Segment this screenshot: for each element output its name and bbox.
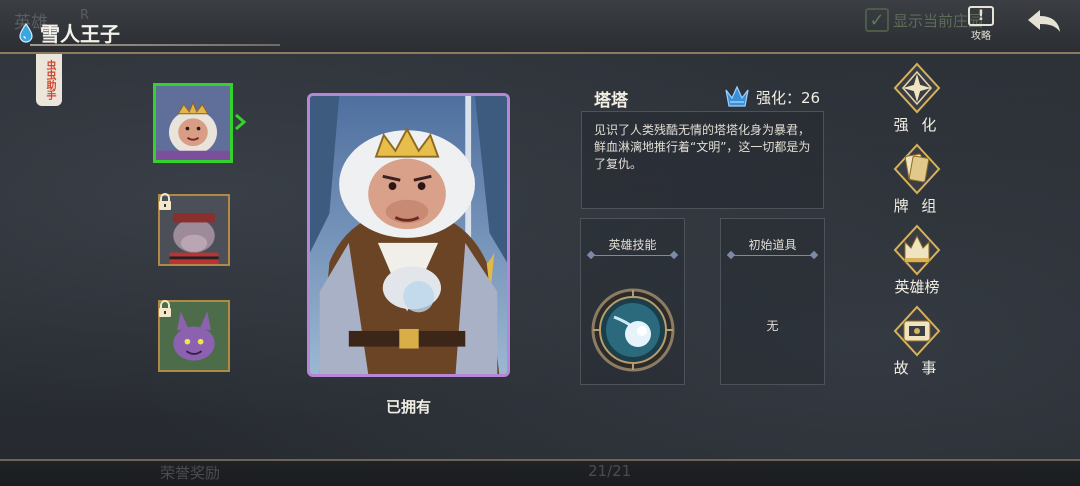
owned-status-label: 已拥有 — [385, 398, 431, 416]
deck-cards-icon — [893, 143, 941, 195]
faded-reward-label: 荣誉奖励 — [160, 464, 221, 482]
side-menu-story[interactable]: 故 事 — [887, 305, 947, 378]
faded-page-count: 21/21 — [588, 462, 632, 480]
hero-lore-box: 见识了人类残酷无情的塔塔化身为暴君，鲜血淋漓地推行着“文明”，这一切都是为了复仇… — [581, 111, 824, 209]
story-scroll-icon — [893, 305, 941, 357]
deck-label: 牌 组 — [893, 197, 941, 215]
lock-icon — [159, 193, 171, 210]
starting-item-panel: 初始道具 无 — [720, 218, 825, 385]
side-menu-deck[interactable]: 牌 组 — [887, 143, 947, 216]
selected-arrow-icon — [235, 113, 246, 131]
side-menu-enhance[interactable]: 强 化 — [887, 62, 947, 135]
ice-comet-skill-icon[interactable] — [590, 287, 676, 373]
back-arrow-icon[interactable] — [1024, 6, 1064, 36]
hero-portrait-card — [307, 93, 510, 377]
hero-rank-icon — [893, 224, 941, 276]
title-row: 雪人王子 — [18, 18, 120, 47]
guide-book-icon: ! — [968, 6, 994, 26]
story-label: 故 事 — [893, 359, 941, 377]
enhance-level: 强化：26 — [724, 84, 820, 110]
check-icon: ✓ — [865, 8, 889, 32]
panel-divider — [731, 255, 814, 256]
page-title: 雪人王子 — [40, 22, 120, 46]
snowman-prince-portrait — [310, 96, 507, 374]
starting-item-value: 无 — [766, 319, 779, 333]
hero-rank-label: 英雄榜 — [894, 278, 940, 296]
hero-lore-text: 见识了人类残酷无情的塔塔化身为暴君，鲜血淋漓地推行着“文明”，这一切都是为了复仇… — [594, 123, 811, 171]
side-menu-hero-rank[interactable]: 英雄榜 — [887, 224, 947, 297]
guide-button[interactable]: ! 攻略 — [966, 6, 996, 42]
blue-crown-icon — [725, 85, 749, 107]
hero-skill-panel[interactable]: 英雄技能 — [580, 218, 685, 385]
title-underline — [30, 44, 280, 46]
helper-tab-label: 虫虫助手 — [44, 60, 55, 100]
starting-item-title: 初始道具 — [748, 238, 797, 252]
hero-slot-snowman-prince[interactable] — [153, 83, 233, 163]
water-drop-icon — [19, 22, 33, 43]
hero-skill-title: 英雄技能 — [608, 238, 657, 252]
hero-name: 塔塔 — [594, 91, 628, 111]
enhance-label: 强 化 — [893, 116, 941, 134]
enhance-compass-icon — [893, 62, 941, 114]
enhance-label: 强化：26 — [756, 88, 821, 107]
panel-divider — [591, 255, 674, 256]
guide-label: 攻略 — [971, 31, 991, 42]
snowman-prince-avatar — [156, 86, 230, 160]
lock-icon — [159, 300, 171, 317]
helper-tab[interactable]: 虫虫助手 — [36, 54, 62, 106]
